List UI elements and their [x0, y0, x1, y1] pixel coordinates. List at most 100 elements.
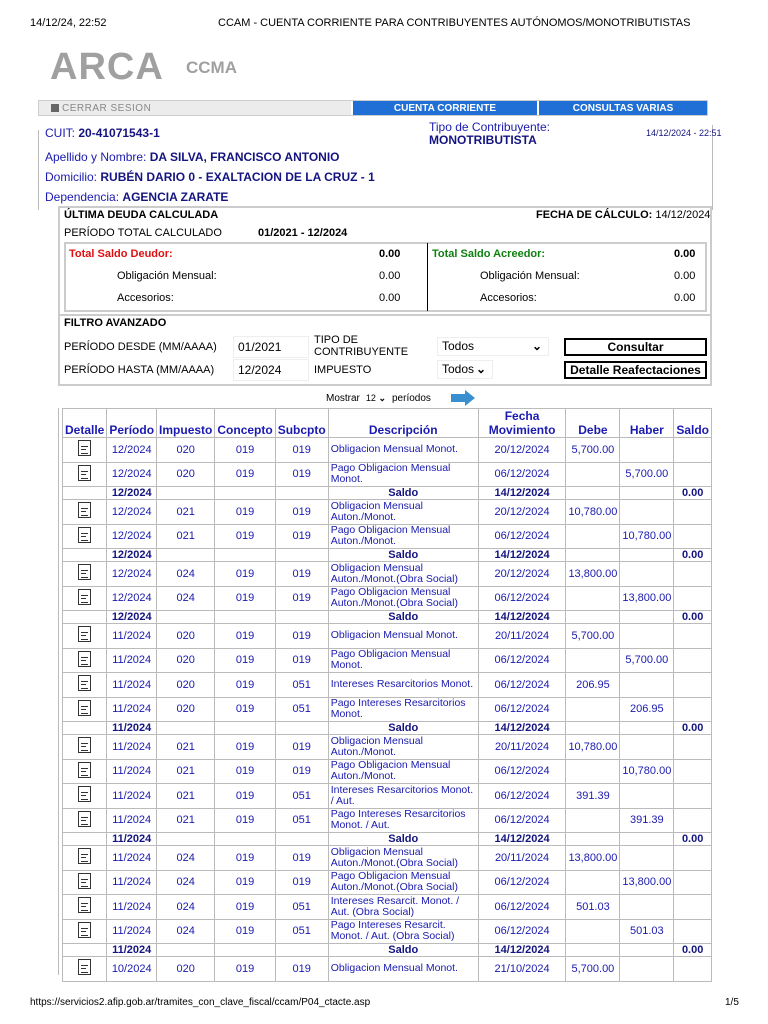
- detalle-cell[interactable]: [61, 461, 108, 487]
- fecha-cell: 14/12/2024: [477, 832, 567, 846]
- impuesto-cell: 024: [156, 918, 216, 944]
- subcpto-cell: 019: [274, 758, 329, 784]
- table-row: 12/2024 020 019 019 Obligacion Mensual Monot…: [61, 437, 712, 463]
- detalle-cell[interactable]: [61, 672, 108, 698]
- detalle-cell[interactable]: [61, 894, 108, 920]
- detalle-cell[interactable]: [61, 956, 108, 982]
- document-icon[interactable]: [78, 737, 92, 754]
- haber-cell: [619, 486, 675, 500]
- saldo-cell: [673, 758, 712, 784]
- tipo-contribuyente-select[interactable]: Todos ⌄: [437, 337, 549, 356]
- descripcion-cell: Saldo: [327, 832, 479, 846]
- detalle-reafectaciones-button[interactable]: Detalle Reafectaciones: [564, 361, 707, 379]
- nombre-value: DA SILVA, FRANCISCO ANTONIO: [149, 150, 340, 164]
- subcpto-cell: 019: [274, 461, 329, 487]
- document-icon[interactable]: [78, 872, 92, 889]
- saldo-cell: [673, 696, 712, 722]
- fecha-cell: 14/12/2024: [477, 486, 567, 500]
- subcpto-cell: [274, 548, 329, 562]
- impuesto-cell: 024: [156, 845, 216, 871]
- descripcion-cell: Pago Obligacion Mensual Auton./Monot.(Ob…: [327, 585, 479, 611]
- concepto-cell: 019: [214, 807, 276, 833]
- tab-consultas-varias[interactable]: CONSULTAS VARIAS: [537, 101, 707, 115]
- haber-cell: [619, 437, 675, 463]
- saldo-cell: 0.00: [673, 832, 712, 846]
- table-row: 11/2024 020 019 051 Intereses Resarcitorios …: [61, 672, 712, 698]
- document-icon[interactable]: [78, 564, 92, 581]
- subcpto-cell: 019: [274, 585, 329, 611]
- haber-cell: [619, 956, 675, 982]
- document-icon[interactable]: [78, 588, 92, 605]
- detalle-cell[interactable]: [61, 523, 108, 549]
- concepto-cell: 019: [214, 585, 276, 611]
- table-row: 11/2024 024 019 019 Pago Obligacion Mensual …: [61, 869, 712, 895]
- document-icon[interactable]: [78, 440, 92, 457]
- detalle-cell[interactable]: [61, 845, 108, 871]
- saldo-cell: [673, 437, 712, 463]
- detalle-cell[interactable]: [61, 783, 108, 809]
- detalle-cell[interactable]: [61, 734, 108, 760]
- detalle-cell[interactable]: [61, 647, 108, 673]
- haber-cell: 13,800.00: [619, 585, 675, 611]
- hasta-input[interactable]: 12/2024: [233, 359, 309, 381]
- desde-input[interactable]: 01/2021: [233, 336, 309, 358]
- document-icon[interactable]: [78, 526, 92, 543]
- periodo-cell: 11/2024: [106, 734, 158, 760]
- haber-cell: [619, 548, 675, 562]
- saldo-row: 11/2024 Saldo 14/12/2024 0.00: [61, 832, 712, 846]
- concepto-cell: 019: [214, 647, 276, 673]
- detalle-cell[interactable]: [61, 623, 108, 649]
- chevron-down-icon: ⌄: [531, 339, 542, 353]
- deudor-label: Total Saldo Deudor:: [69, 248, 173, 260]
- saldo-cell: [673, 894, 712, 920]
- detalle-cell[interactable]: [61, 696, 108, 722]
- document-icon[interactable]: [78, 699, 92, 716]
- haber-cell: 391.39: [619, 807, 675, 833]
- table-row: 11/2024 024 019 051 Intereses Resarcit. Mono…: [61, 894, 712, 920]
- document-icon[interactable]: [78, 464, 92, 481]
- document-icon[interactable]: [78, 921, 92, 938]
- document-icon[interactable]: [78, 502, 92, 519]
- impuesto-select[interactable]: Todos ⌄: [437, 360, 493, 379]
- acreedor-label: Total Saldo Acreedor:: [432, 248, 546, 260]
- debe-cell: 391.39: [565, 783, 621, 809]
- table-row: 12/2024 020 019 019 Pago Obligacion Mensual …: [61, 461, 712, 487]
- document-icon[interactable]: [78, 897, 92, 914]
- document-icon[interactable]: [78, 675, 92, 692]
- column-header: Haber: [619, 408, 675, 438]
- detalle-cell[interactable]: [61, 807, 108, 833]
- detalle-cell[interactable]: [61, 918, 108, 944]
- detalle-cell[interactable]: [61, 869, 108, 895]
- document-icon[interactable]: [78, 848, 92, 865]
- tab-cuenta-corriente[interactable]: CUENTA CORRIENTE: [351, 101, 537, 115]
- periods-count-select[interactable]: 12 ⌄: [366, 393, 386, 404]
- descripcion-cell: Pago Intereses Resarcitorios Monot.: [327, 696, 479, 722]
- document-icon[interactable]: [78, 959, 92, 976]
- detalle-cell[interactable]: [61, 758, 108, 784]
- impuesto-cell: 021: [156, 523, 216, 549]
- periodo-cell: 11/2024: [106, 758, 158, 784]
- column-header: Debe: [565, 408, 621, 438]
- document-icon[interactable]: [78, 761, 92, 778]
- detalle-cell[interactable]: [61, 437, 108, 463]
- concepto-cell: 019: [214, 918, 276, 944]
- consultar-button[interactable]: Consultar: [564, 338, 707, 356]
- detalle-cell[interactable]: [61, 585, 108, 611]
- impuesto-cell: 021: [156, 758, 216, 784]
- document-icon[interactable]: [78, 626, 92, 643]
- debe-cell: [565, 832, 621, 846]
- hasta-label: PERÍODO HASTA (MM/AAAA): [64, 364, 215, 376]
- periodos-label: períodos: [391, 392, 431, 404]
- detalle-cell[interactable]: [61, 499, 108, 525]
- document-icon[interactable]: [78, 786, 92, 803]
- haber-cell: 206.95: [619, 696, 675, 722]
- subcpto-cell: 019: [274, 734, 329, 760]
- document-icon[interactable]: [78, 810, 92, 827]
- column-header: Subcpto: [274, 408, 329, 438]
- next-arrow-icon[interactable]: [449, 389, 477, 407]
- subcpto-cell: 051: [274, 783, 329, 809]
- logout-button[interactable]: CERRAR SESION: [39, 101, 351, 115]
- detalle-cell[interactable]: [61, 561, 108, 587]
- saldo-cell: [673, 499, 712, 525]
- document-icon[interactable]: [78, 650, 92, 667]
